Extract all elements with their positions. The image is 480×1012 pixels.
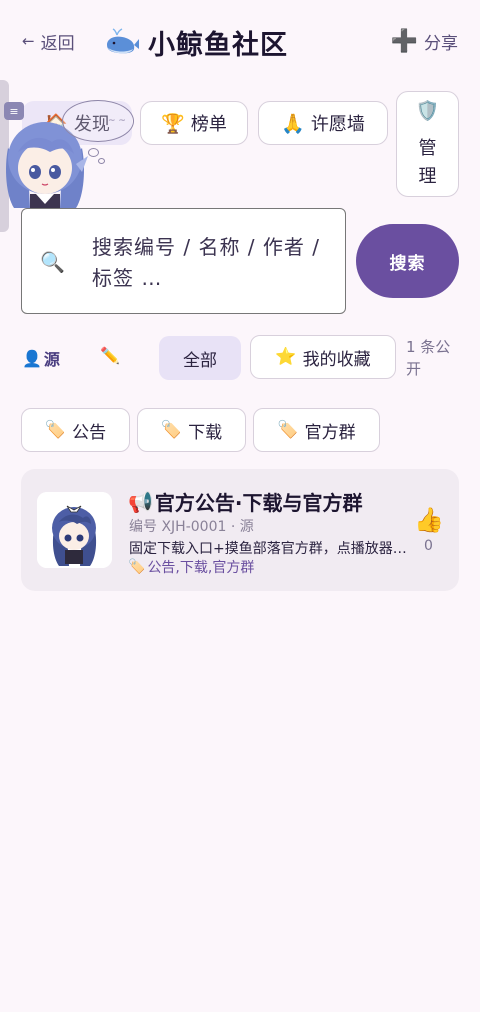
thumbs-up-icon[interactable]: 👍 [414,506,444,534]
bubble-dot [88,148,99,157]
plus-icon: ➕ [390,28,418,54]
search-button[interactable]: 搜索 [356,224,459,298]
search-placeholder: 搜索编号 / 名称 / 作者 / 标签 … [92,235,321,290]
item-meta: 编号 XJH-0001 · 源 [129,519,254,535]
tab-label: 榜单 [190,114,227,135]
share-label: 分享 [424,33,458,54]
bubble-dot [98,158,105,164]
page-header: 小鲸鱼社区 [104,22,288,62]
tag-chip-official-group[interactable]: 🏷️ 官方群 [253,408,380,452]
page-title: 小鲸鱼社区 [148,29,288,61]
item-tags: 🏷️ 公告,下载,官方群 [128,557,254,577]
tag-icon: 🏷️ [44,420,67,440]
item-thumbnail [37,492,112,568]
tag-label: 公告 [72,422,107,443]
tab-label: 许愿墙 [310,114,365,135]
filter-all-label: 全部 [183,350,217,371]
share-button[interactable]: ➕ 分享 [391,28,458,54]
tag-chip-download[interactable]: 🏷️ 下载 [137,408,246,452]
tag-label: 官方群 [304,422,356,443]
tab-label-line2: 理 [418,166,437,187]
like-count: 0 [424,538,433,554]
star-icon: ⭐ [275,347,297,367]
item-title-row: 📢 官方公告·下载与官方群 [128,487,363,516]
shield-icon: 🛡️ [415,100,440,122]
item-tags-label: 公告,下载,官方群 [147,560,255,576]
bubble-text: ~ ~ [108,116,126,126]
tag-icon: 🏷️ [128,559,146,575]
filter-favorites-button[interactable]: ⭐ 我的收藏 [250,335,396,379]
tag-icon: 🏷️ [160,420,183,440]
tab-ranking[interactable]: 🏆 榜单 [140,101,248,145]
tag-label: 下载 [188,422,223,443]
search-icon: 🔍 [40,250,65,274]
pencil-icon[interactable]: ✏️ [100,346,120,365]
tab-label-line1: 管 [418,138,437,159]
mascot-thumbnail-image [37,492,112,568]
tab-wishwall[interactable]: 🙏 许愿墙 [258,101,388,145]
filter-favorites-label: 我的收藏 [302,349,371,370]
public-count: 1 条公开 [406,338,451,378]
source-filter[interactable]: 👤 源 [22,346,60,370]
megaphone-icon: 📢 [128,489,153,514]
pray-icon: 🙏 [281,112,305,135]
back-button[interactable]: ← 返回 [22,28,75,54]
tag-icon: 🏷️ [277,420,299,440]
tab-manage[interactable]: 🛡️ 管 理 [396,91,459,197]
filter-all-button[interactable]: 全部 [159,336,241,380]
trophy-icon: 🏆 [161,112,185,135]
back-label: 返回 [40,33,75,54]
back-arrow-icon: ← [22,32,35,50]
item-title: 官方公告·下载与官方群 [154,491,363,515]
user-icon: 👤 [22,348,42,368]
source-label: 源 [43,350,60,369]
tag-chip-announcement[interactable]: 🏷️ 公告 [21,408,130,452]
item-description: 固定下载入口+摸鱼部落官方群，点播放器… [129,541,407,557]
whale-icon [107,28,139,54]
